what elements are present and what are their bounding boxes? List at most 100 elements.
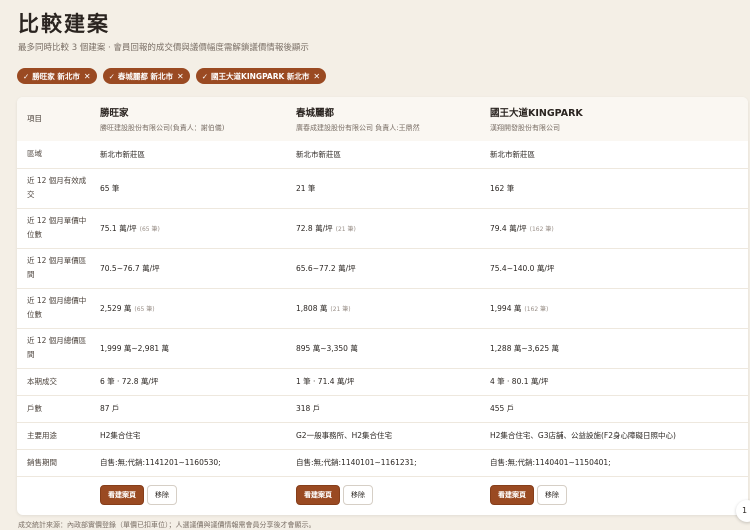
table-row: 近 12 個月總價中位數 2,529 萬 (65 筆) 1,808 萬 (21 筆) 1,…: [17, 288, 748, 328]
row-value: 自售:無;代銷:1140401~1150401;: [480, 449, 748, 476]
row-value: G2一般事務所、H2集合住宅: [286, 422, 480, 449]
check-icon: ✓: [201, 71, 209, 81]
value-text: 4 筆 · 80.1 萬/坪: [490, 377, 549, 386]
project-developer: 勝旺建設股份有限公司(負責人：謝伯儀): [100, 124, 225, 132]
check-icon: ✓: [23, 71, 30, 81]
source-footnote: 成交統計來源：內政部實價登錄（單價已扣車位）；人選議價與議價情報需會員分享後才會…: [18, 521, 316, 529]
value-text: 162 筆: [490, 183, 515, 193]
check-icon: ✓: [108, 71, 115, 81]
row-label: 近 12 個月總價中位數: [27, 296, 87, 319]
value-text: 895 萬~3,350 萬: [296, 343, 358, 353]
value-text: 65 筆: [100, 183, 120, 193]
table-row: 近 12 個月總價區間 1,999 萬~2,981 萬 895 萬~3,350 萬 1…: [17, 328, 748, 368]
value-text: H2集合住宅、G3店舖、公益設施(F2身心障礙日照中心): [490, 431, 676, 440]
row-value: 65 筆: [90, 168, 286, 208]
project-developer: 廣春成建設股份有限公司 負責人:王鼎然: [296, 124, 420, 132]
selected-projects-chips: ✓ 勝旺家 新北市 ✕ ✓ 春城麗都 新北市 ✕ ✓ 國王大道KINGPARK …: [17, 68, 327, 84]
row-value: 4 筆 · 80.1 萬/坪: [480, 368, 748, 395]
page-title: 比較建案: [18, 12, 110, 36]
project-developer: 漢翔開發股份有限公司: [490, 124, 560, 132]
value-text: 455 戶: [490, 404, 515, 413]
row-value: H2集合住宅: [90, 422, 286, 449]
floating-badge[interactable]: 1: [736, 500, 750, 522]
row-label: 本期成交: [27, 376, 57, 386]
project-header-1: 勝旺家 勝旺建設股份有限公司(負責人：謝伯儀): [90, 97, 286, 141]
row-value: 1,288 萬~3,625 萬: [480, 328, 748, 368]
project-name: 勝旺家: [100, 108, 129, 119]
table-header-row: 項目 勝旺家 勝旺建設股份有限公司(負責人：謝伯儀) 春城麗都 廣春成建設股份有…: [17, 97, 748, 141]
value-text: 1,999 萬~2,981 萬: [100, 343, 169, 353]
project-header-3: 國王大道KINGPARK 漢翔開發股份有限公司: [480, 97, 748, 141]
value-text: 1,808 萬: [296, 303, 328, 313]
project-header-2: 春城麗都 廣春成建設股份有限公司 負責人:王鼎然: [286, 97, 480, 141]
chip-project-2[interactable]: ✓ 春城麗都 新北市 ✕: [102, 68, 190, 84]
row-value: 75.1 萬/坪 (65 筆): [90, 208, 286, 248]
value-text: 自售:無;代銷:1140401~1150401;: [490, 458, 611, 467]
value-text: G2一般事務所、H2集合住宅: [296, 431, 392, 440]
row-value: H2集合住宅、G3店舖、公益設施(F2身心障礙日照中心): [480, 422, 748, 449]
row-value: 162 筆: [480, 168, 748, 208]
view-project-button[interactable]: 看建案頁: [100, 485, 144, 506]
row-value: 1 筆 · 71.4 萬/坪: [286, 368, 480, 395]
row-value: 895 萬~3,350 萬: [286, 328, 480, 368]
row-value: 1,808 萬 (21 筆): [286, 288, 480, 328]
actions-label-cell: [17, 476, 90, 511]
remove-project-button[interactable]: 移除: [537, 485, 567, 506]
chip-label: 勝旺家 新北市: [32, 71, 80, 81]
row-label: 戶數: [27, 403, 42, 413]
sample-count: (65 筆): [134, 305, 155, 313]
close-icon[interactable]: ✕: [177, 72, 184, 81]
row-value: 2,529 萬 (65 筆): [90, 288, 286, 328]
actions-cell: 看建案頁 移除: [90, 476, 286, 511]
row-value: 自售:無;代銷:1140101~1161231;: [286, 449, 480, 476]
value-text: 70.5~76.7 萬/坪: [100, 263, 160, 273]
chip-project-3[interactable]: ✓ 國王大道KINGPARK 新北市 ✕: [195, 68, 327, 84]
project-name: 春城麗都: [296, 108, 335, 119]
view-project-button[interactable]: 看建案頁: [490, 485, 534, 506]
row-value: 72.8 萬/坪 (21 筆): [286, 208, 480, 248]
table-row: 近 12 個月單價中位數 75.1 萬/坪 (65 筆) 72.8 萬/坪 (21 筆)…: [17, 208, 748, 248]
row-label: 近 12 個月總價區間: [27, 336, 87, 359]
item-header: 項目: [27, 114, 42, 123]
row-label: 區域: [27, 149, 42, 159]
row-value: 87 戶: [90, 395, 286, 422]
chip-project-1[interactable]: ✓ 勝旺家 新北市 ✕: [17, 68, 97, 84]
sample-count: (162 筆): [529, 225, 554, 233]
project-name: 國王大道KINGPARK: [490, 108, 583, 119]
table-row: 近 12 個月有效成交 65 筆 21 筆 162 筆: [17, 168, 748, 208]
row-value: 自售:無;代銷:1141201~1160530;: [90, 449, 286, 476]
chip-label: 國王大道KINGPARK 新北市: [211, 71, 310, 81]
row-value: 79.4 萬/坪 (162 筆): [480, 208, 748, 248]
comparison-table: 項目 勝旺家 勝旺建設股份有限公司(負責人：謝伯儀) 春城麗都 廣春成建設股份有…: [17, 97, 748, 511]
sample-count: (21 筆): [335, 225, 356, 233]
table-row: 銷售期間 自售:無;代銷:1141201~1160530; 自售:無;代銷:1140…: [17, 449, 748, 476]
remove-project-button[interactable]: 移除: [147, 485, 177, 506]
value-text: 75.4~140.0 萬/坪: [490, 263, 555, 273]
table-row: 區域 新北市新莊區 新北市新莊區 新北市新莊區: [17, 141, 748, 168]
comparison-rows: 區域 新北市新莊區 新北市新莊區 新北市新莊區近 12 個月有效成交 65 筆 21 筆 1…: [17, 141, 748, 511]
table-row: 主要用途 H2集合住宅 G2一般事務所、H2集合住宅 H2集合住宅、G3店舖、公益設施…: [17, 422, 748, 449]
actions-cell: 看建案頁 移除: [480, 476, 748, 511]
view-project-button[interactable]: 看建案頁: [296, 485, 340, 506]
value-text: 65.6~77.2 萬/坪: [296, 263, 356, 273]
row-value: 新北市新莊區: [90, 141, 286, 168]
remove-project-button[interactable]: 移除: [343, 485, 373, 506]
value-text: 72.8 萬/坪: [296, 223, 333, 233]
value-text: H2集合住宅: [100, 431, 141, 440]
row-label: 近 12 個月單價區間: [27, 256, 87, 279]
comparison-card: 項目 勝旺家 勝旺建設股份有限公司(負責人：謝伯儀) 春城麗都 廣春成建設股份有…: [17, 97, 748, 515]
close-icon[interactable]: ✕: [313, 72, 320, 81]
table-row: 本期成交 6 筆 · 72.8 萬/坪 1 筆 · 71.4 萬/坪 4 筆 · 80…: [17, 368, 748, 395]
value-text: 318 戶: [296, 404, 321, 413]
row-label: 銷售期間: [27, 457, 57, 467]
value-text: 新北市新莊區: [100, 149, 145, 159]
value-text: 1,994 萬: [490, 303, 522, 313]
row-value: 6 筆 · 72.8 萬/坪: [90, 368, 286, 395]
row-value: 21 筆: [286, 168, 480, 208]
row-value: 65.6~77.2 萬/坪: [286, 248, 480, 288]
close-icon[interactable]: ✕: [84, 72, 91, 81]
actions-cell: 看建案頁 移除: [286, 476, 480, 511]
value-text: 75.1 萬/坪: [100, 223, 137, 233]
sample-count: (162 筆): [524, 305, 549, 313]
row-value: 70.5~76.7 萬/坪: [90, 248, 286, 288]
